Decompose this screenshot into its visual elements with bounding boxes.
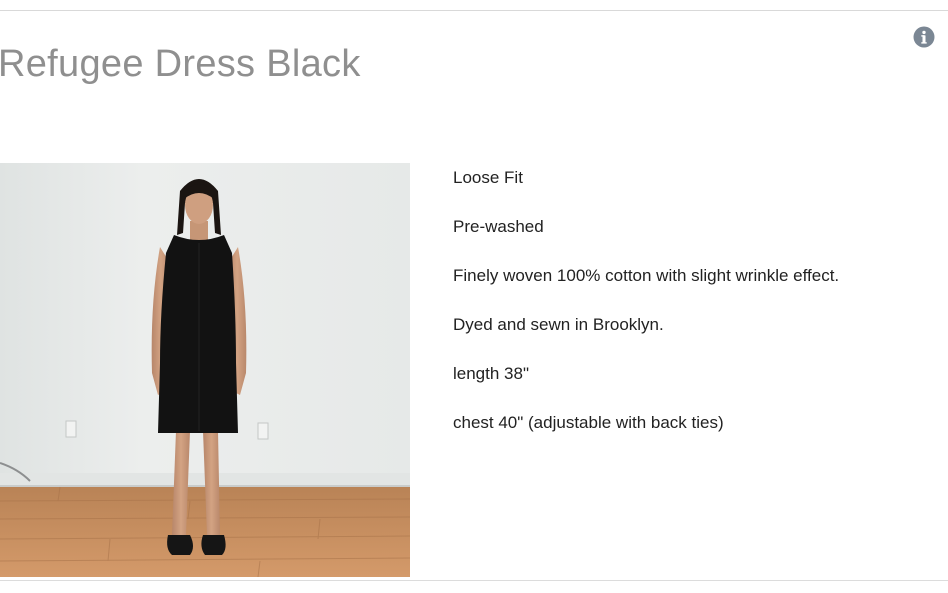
- detail-fabric: Finely woven 100% cotton with slight wri…: [453, 266, 840, 285]
- detail-fit: Loose Fit: [453, 168, 523, 187]
- detail-length: length 38": [453, 364, 529, 383]
- product-page: Refugee Dress Black Loose Fit Pre-washed…: [0, 0, 948, 593]
- info-icon[interactable]: [913, 26, 935, 48]
- detail-wash: Pre-washed: [453, 217, 544, 236]
- product-title: Refugee Dress Black: [0, 43, 361, 85]
- top-divider: [0, 10, 948, 11]
- detail-origin: Dyed and sewn in Brooklyn.: [453, 315, 664, 334]
- product-details-list: Loose Fit Pre-washed Finely woven 100% c…: [453, 165, 839, 459]
- bottom-divider: [0, 580, 948, 581]
- product-image: [0, 163, 410, 577]
- detail-chest: chest 40" (adjustable with back ties): [453, 413, 724, 432]
